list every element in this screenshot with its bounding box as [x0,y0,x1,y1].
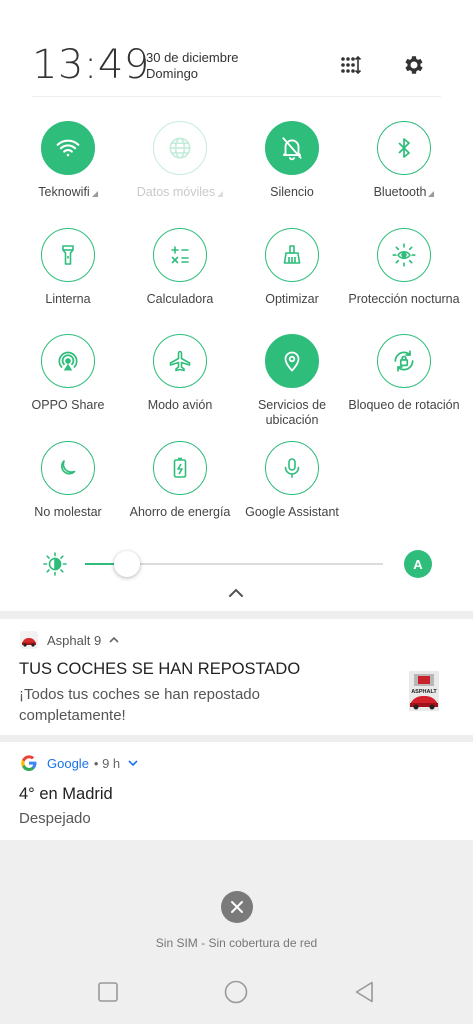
tile-flashlight[interactable]: Linterna [12,228,124,307]
thumbnail-text: ASPHALT [411,689,437,695]
more-options-icon [428,191,435,197]
tile-google-assistant[interactable]: Google Assistant [236,441,348,520]
edit-tiles-icon[interactable] [336,50,366,80]
eye-sun-icon[interactable] [377,228,431,282]
tile-do-not-disturb[interactable]: No molestar [12,441,124,520]
clear-notifications-button[interactable] [221,891,253,923]
notification-google[interactable]: Google • 9 h 4° en Madrid Despejado [0,742,473,840]
notification-asphalt[interactable]: Asphalt 9 TUS COCHES SE HAN REPOSTADO ¡T… [0,619,473,735]
rotation-lock-icon[interactable] [377,334,431,388]
airplane-icon[interactable] [153,334,207,388]
notification-time: • 9 h [93,755,121,771]
tile-wifi[interactable]: Teknowifi [12,121,124,200]
asphalt-app-icon [20,631,38,649]
tile-night-shield[interactable]: Protección nocturna [348,228,460,307]
notification-title: TUS COCHES SE HAN REPOSTADO [19,660,301,678]
tile-label: No molestar [34,505,102,519]
tile-label: Modo avión [147,398,213,412]
flashlight-icon[interactable] [41,228,95,282]
notification-app-name: Asphalt 9 [47,632,102,648]
notification-app-name: Google [47,755,89,771]
tile-calculator[interactable]: Calculadora [124,228,236,307]
more-options-icon [91,191,98,197]
google-g-icon [21,755,37,771]
tile-oppo-share[interactable]: OPPO Share [12,334,124,413]
auto-brightness-button[interactable]: A [404,550,432,578]
tile-label: Google Assistant [245,505,339,519]
tile-label: Ahorro de energía [129,505,231,519]
tile-label: Protección nocturna [348,292,460,306]
tile-label: Bluetooth [373,185,427,199]
tile-optimize[interactable]: Optimizar [236,228,348,307]
section-gap [0,735,473,742]
home-button[interactable] [224,980,248,1004]
wifi-icon[interactable] [41,121,95,175]
settings-gear-icon[interactable] [399,50,429,80]
notification-header: Google • 9 h [20,754,140,772]
tile-location-services[interactable]: Servicios de ubicación [236,334,348,428]
tile-label: Teknowifi [38,185,90,199]
notification-body: ¡Todos tus coches se han repostado compl… [19,686,260,724]
tile-label: Bloqueo de rotación [348,398,460,412]
tile-label: Datos móviles [136,185,216,199]
tile-label: Optimizar [265,292,319,306]
broom-icon[interactable] [265,228,319,282]
date-text: 30 de diciembre Domingo [146,50,239,82]
notification-body: Despejado [19,810,91,827]
tile-airplane-mode[interactable]: Modo avión [124,334,236,413]
collapse-chevron-icon[interactable] [226,585,246,601]
location-pin-icon[interactable] [265,334,319,388]
battery-saver-icon[interactable] [153,441,207,495]
date-line: 30 de diciembre [146,50,239,65]
close-icon [231,901,243,913]
tile-power-saver[interactable]: Ahorro de energía [124,441,236,520]
notification-header: Asphalt 9 [20,631,121,649]
tile-label: Linterna [45,292,91,306]
brightness-slider[interactable] [85,551,383,577]
tile-label: Silencio [270,185,314,199]
tile-label: Calculadora [146,292,214,306]
section-gap [0,611,473,619]
header-divider [32,96,441,97]
brightness-icon [42,551,68,577]
collapse-arrow-icon[interactable] [107,635,121,645]
tile-bluetooth[interactable]: Bluetooth [348,121,460,200]
tile-mobile-data[interactable]: Datos móviles [124,121,236,200]
expand-arrow-icon[interactable] [126,758,140,768]
no-sim-status: Sin SIM - Sin cobertura de red [155,936,318,950]
tile-label: Servicios de ubicación [257,398,327,427]
tile-rotation-lock[interactable]: Bloqueo de rotación [348,334,460,413]
notification-title: 4° en Madrid [19,785,113,803]
back-button[interactable] [353,980,377,1004]
asphalt-thumbnail: ASPHALT [409,671,439,711]
clock-time: 13:49 [32,42,150,88]
calculator-icon[interactable] [153,228,207,282]
brightness-thumb[interactable] [113,551,140,577]
bluetooth-icon[interactable] [377,121,431,175]
weekday-line: Domingo [146,66,199,81]
bell-off-icon[interactable] [265,121,319,175]
tile-label: OPPO Share [31,398,105,412]
tile-silent[interactable]: Silencio [236,121,348,200]
share-icon[interactable] [41,334,95,388]
globe-icon[interactable] [153,121,207,175]
recent-apps-button[interactable] [96,980,120,1004]
moon-icon[interactable] [41,441,95,495]
microphone-icon[interactable] [265,441,319,495]
more-options-icon [217,191,224,197]
